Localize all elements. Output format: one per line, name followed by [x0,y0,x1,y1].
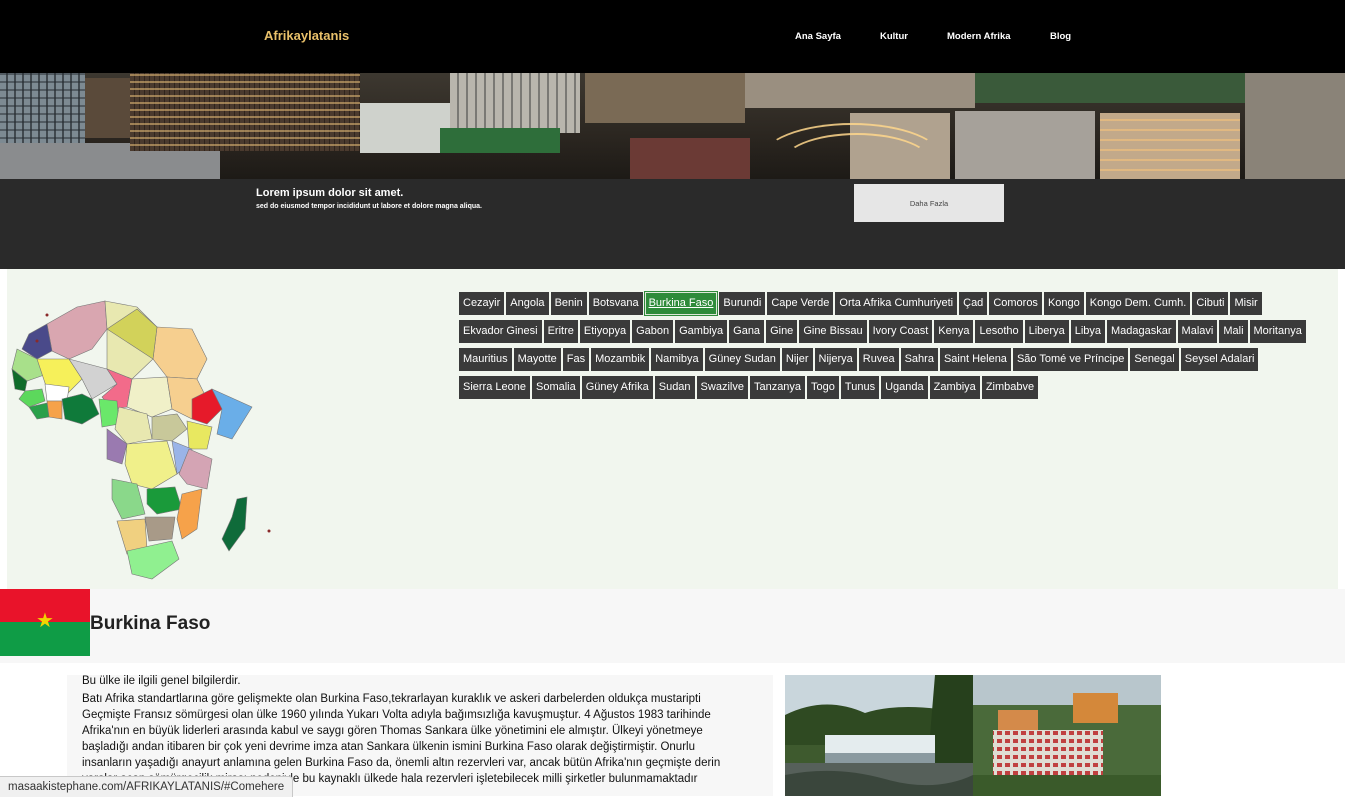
country-tag[interactable]: Eritre [543,320,578,343]
country-tag[interactable]: Uganda [881,376,928,399]
star-icon: ★ [36,610,54,632]
country-tag[interactable]: Gabon [632,320,674,343]
info-body: Batı Afrika standartlarına göre gelişmek… [82,691,762,787]
nav-link-blog[interactable]: Blog [1050,31,1071,42]
nav-link-kultur[interactable]: Kultur [880,31,908,42]
country-tag[interactable]: Lesotho [975,320,1023,343]
country-tag[interactable]: Seysel Adalari [1180,348,1259,371]
country-tag[interactable]: São Tomé ve Príncipe [1012,348,1129,371]
africa-map[interactable] [7,289,277,589]
country-tag[interactable]: Senegal [1130,348,1179,371]
country-tag[interactable]: Kenya [934,320,974,343]
country-tag[interactable]: Kongo [1043,292,1084,315]
city-building-photo [973,675,1161,796]
burkina-faso-flag: ★ [0,589,90,656]
country-selector-panel: Cezayir Angola Benin Botsvana Burkina Faso Bu… [7,269,1338,589]
country-tag[interactable]: Cibuti [1192,292,1229,315]
country-tag[interactable]: Cezayir [459,292,505,315]
country-tag[interactable]: Sudan [654,376,695,399]
country-tag[interactable]: Sahra [900,348,938,371]
browser-status-url: masaakistephane.com/AFRIKAYLATANIS/#Come… [0,776,294,797]
country-tag[interactable]: Angola [506,292,549,315]
country-tag[interactable]: Comoros [989,292,1042,315]
intro-subtitle: sed do eiusmod tempor incididunt ut labo… [256,203,482,210]
country-tag[interactable]: Güney Afrika [581,376,653,399]
info-line: insanların yaşadığı anayurt anlamına gel… [82,757,721,769]
country-tag[interactable]: Burkina Faso [643,291,719,316]
country-tag[interactable]: Somalia [532,376,580,399]
country-tag[interactable]: Ruvea [858,348,899,371]
country-tag[interactable]: Nijer [781,348,813,371]
country-tag[interactable]: Gambiya [675,320,728,343]
country-tag[interactable]: Swazilve [696,376,748,399]
country-tag[interactable]: Madagaskar [1107,320,1176,343]
country-tag[interactable]: Çad [959,292,988,315]
country-tag[interactable]: Saint Helena [939,348,1011,371]
top-navbar: Afrikaylatanis Ana Sayfa Kultur Modern A… [0,0,1345,73]
country-tag[interactable]: Ivory Coast [868,320,933,343]
country-tag[interactable]: Mozambik [591,348,650,371]
country-tag[interactable]: Gine Bissau [799,320,867,343]
more-button[interactable]: Daha Fazla [854,184,1004,222]
country-tag[interactable]: Mali [1219,320,1248,343]
country-tag[interactable]: Mauritius [459,348,512,371]
country-tag[interactable]: Benin [550,292,587,315]
waterfall-photo [785,675,973,796]
country-header: ★ Burkina Faso [0,589,1345,663]
hero-city-image [0,73,1345,179]
country-tag[interactable]: Gana [729,320,765,343]
info-line: başladığı andan itibaren bir çok yeni de… [82,741,695,753]
info-line: Afrika'nın en büyük liderleri arasında k… [82,725,703,737]
country-tag[interactable]: Moritanya [1249,320,1306,343]
info-title: Bu ülke ile ilgili genel bilgilerdir. [82,675,241,687]
info-line: Batı Afrika standartlarına göre gelişmek… [82,693,701,705]
country-tag[interactable]: Zimbabve [981,376,1039,399]
country-tag[interactable]: Namibya [651,348,703,371]
country-tag[interactable]: Nijerya [814,348,857,371]
country-tag[interactable]: Gine [766,320,798,343]
country-tag-list: Cezayir Angola Benin Botsvana Burkina Faso Bu… [459,291,1319,404]
nav-link-modern-afrika[interactable]: Modern Afrika [947,31,1011,42]
country-tag[interactable]: Güney Sudan [704,348,780,371]
info-line: Geçmişte Fransız sömürgesi olan ülke 196… [82,709,711,721]
country-tag[interactable]: Malavi [1177,320,1218,343]
brand-logo-link[interactable]: Afrikaylatanis [264,28,349,43]
country-tag[interactable]: Misir [1230,292,1262,315]
country-tag[interactable]: Zambiya [929,376,980,399]
intro-band: Lorem ipsum dolor sit amet. sed do eiusm… [0,179,1345,269]
country-tag[interactable]: Botsvana [588,292,643,315]
intro-title: Lorem ipsum dolor sit amet. [256,187,404,199]
country-tag[interactable]: Tunus [840,376,880,399]
country-tag[interactable]: Sierra Leone [459,376,530,399]
country-tag[interactable]: Etiyopya [579,320,631,343]
country-tag[interactable]: Orta Afrika Cumhuriyeti [835,292,958,315]
country-title: Burkina Faso [90,613,211,634]
nav-link-ana-sayfa[interactable]: Ana Sayfa [795,31,841,42]
country-tag[interactable]: Liberya [1024,320,1069,343]
country-tag[interactable]: Fas [562,348,590,371]
country-tag[interactable]: Mayotte [513,348,561,371]
country-tag[interactable]: Libya [1070,320,1105,343]
country-tag[interactable]: Togo [807,376,839,399]
country-tag[interactable]: Burundi [719,292,766,315]
country-tag[interactable]: Cape Verde [767,292,834,315]
country-tag[interactable]: Ekvador Ginesi [459,320,542,343]
country-tag[interactable]: Kongo Dem. Cumh. [1085,292,1191,315]
country-tag[interactable]: Tanzanya [749,376,806,399]
